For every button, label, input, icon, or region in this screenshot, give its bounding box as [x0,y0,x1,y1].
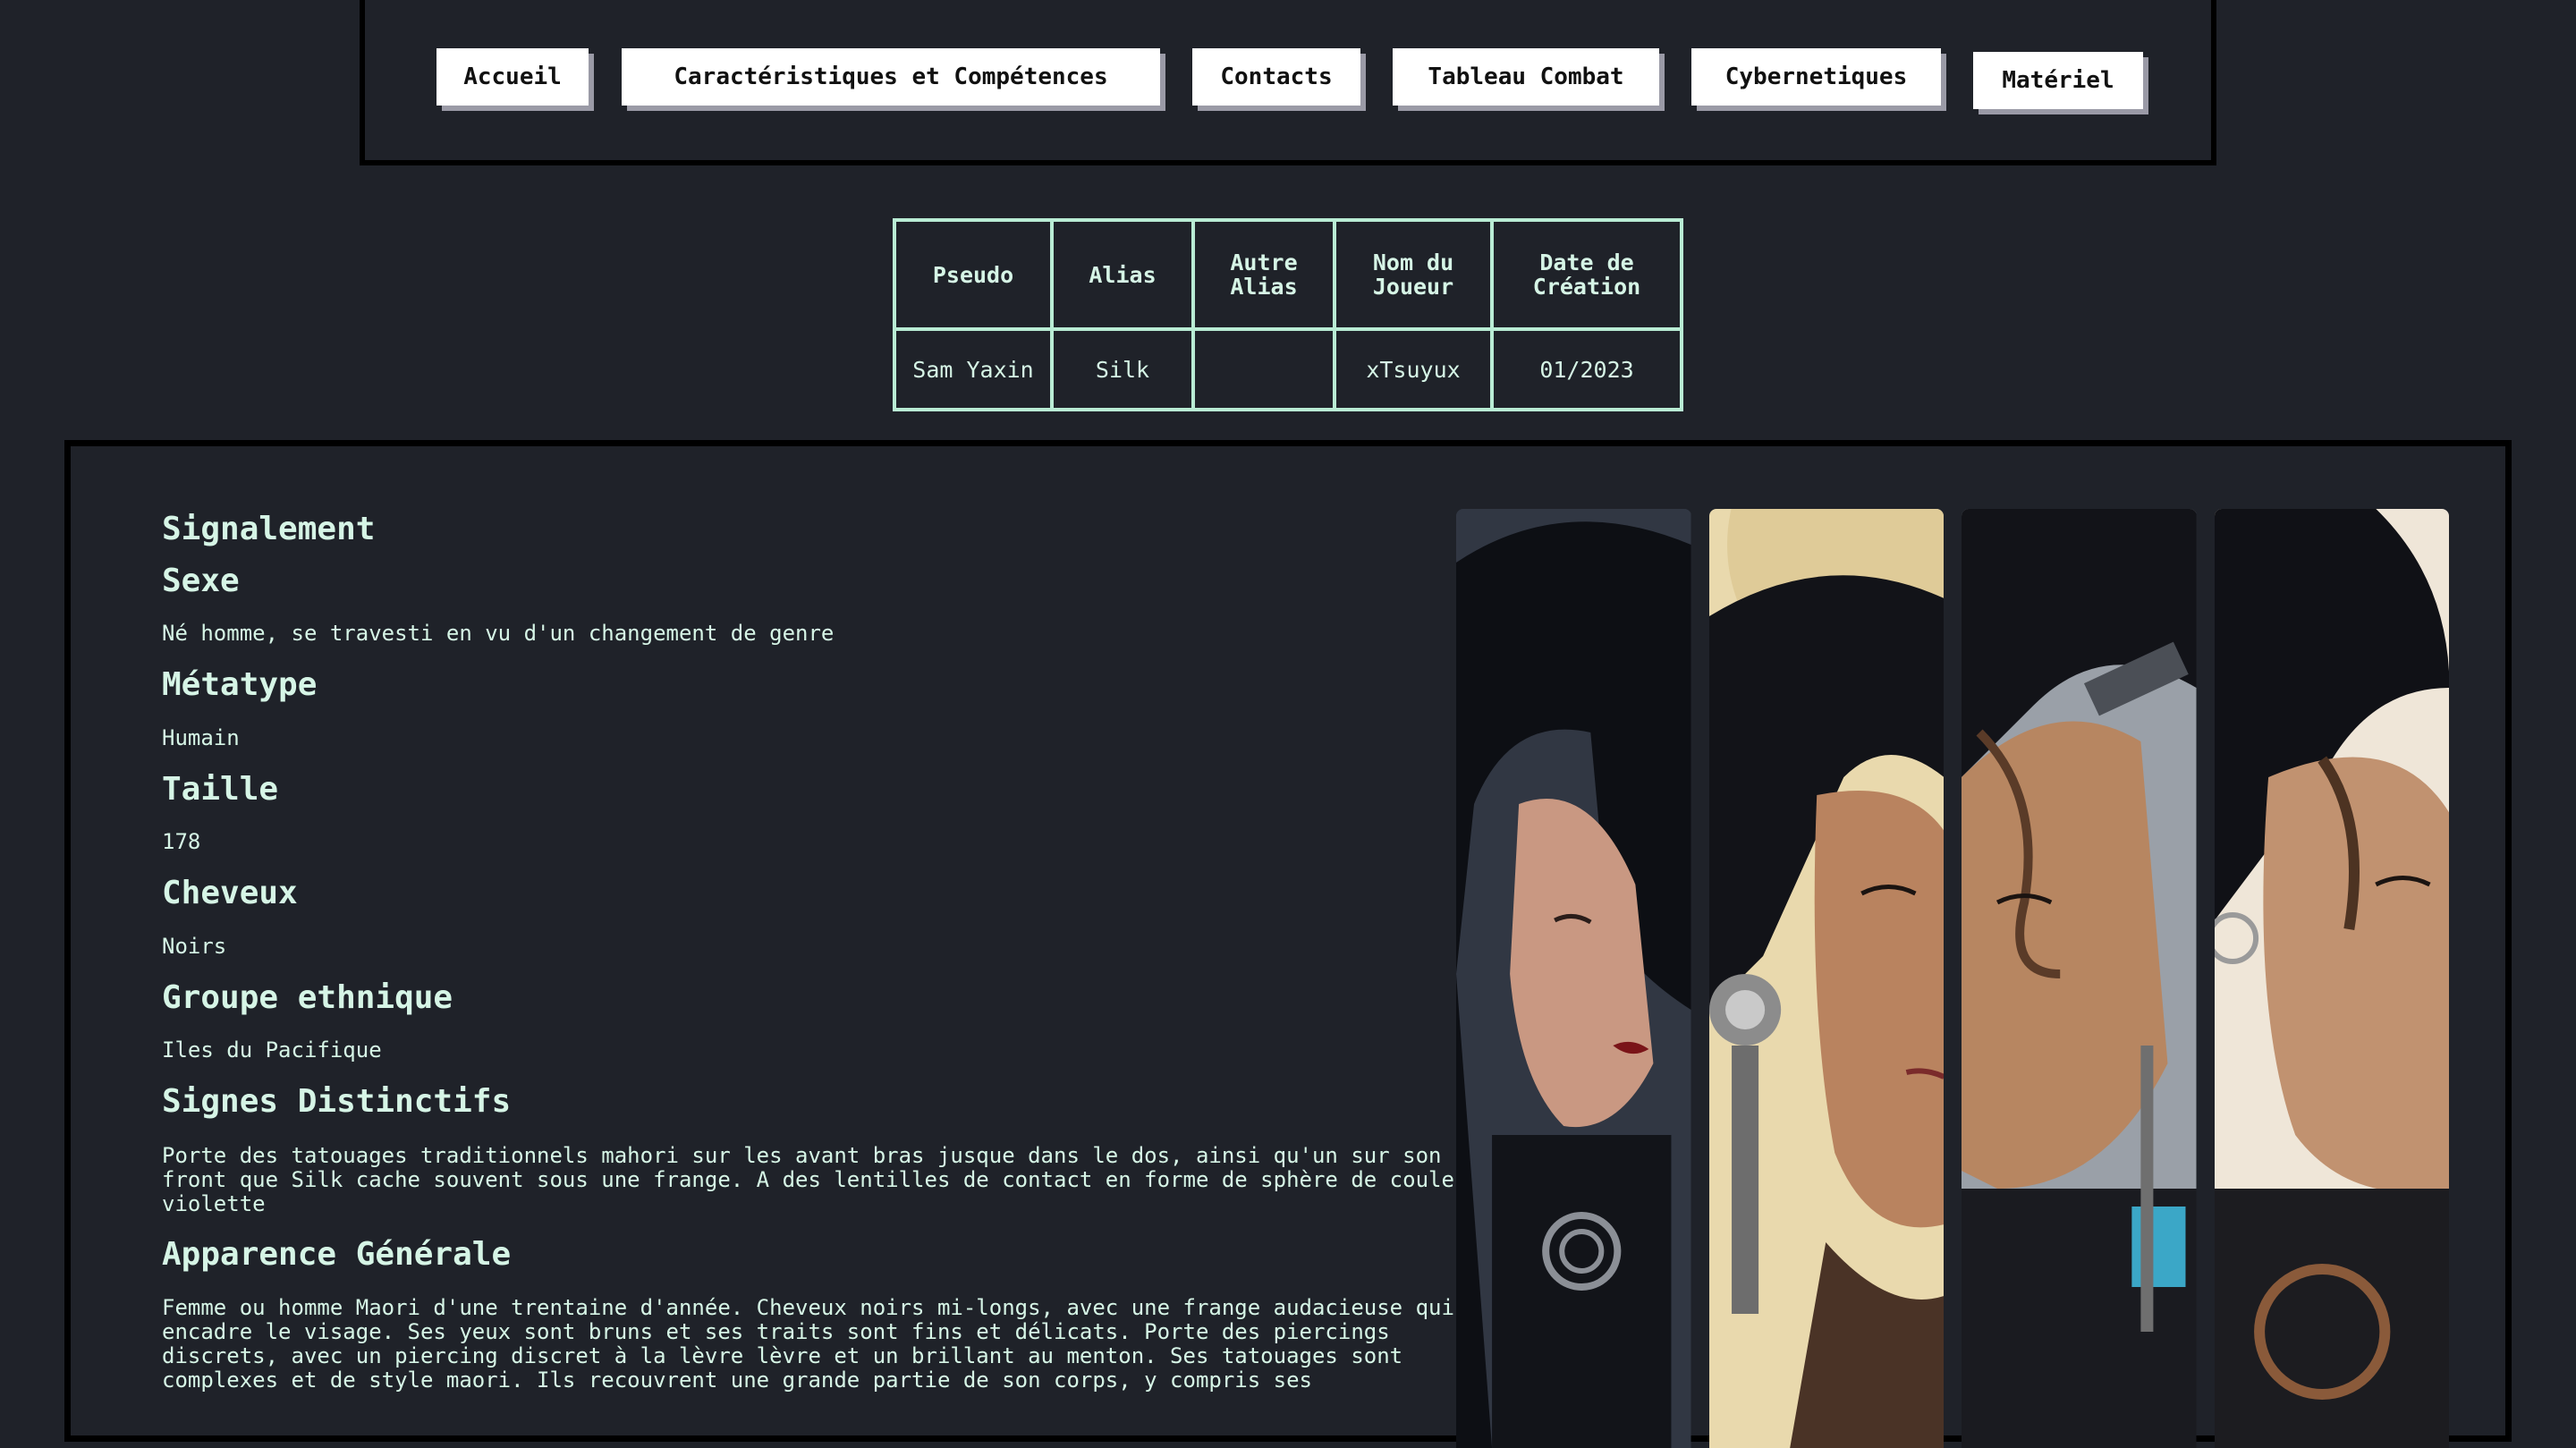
portrait-image [2214,509,2449,1448]
label-metatype: Métatype [162,666,318,703]
header-pseudo: Pseudo [893,218,1054,331]
value-signes-distinctifs: Porte des tatouages traditionnels mahori… [162,1143,1480,1216]
value-metatype: Humain [162,725,240,750]
value-nom-joueur: xTsuyux [1333,327,1494,411]
nav-materiel-button[interactable]: Matériel [1973,52,2143,109]
section-title-signalement: Signalement [162,511,376,547]
top-navigation: Accueil Caractéristiques et Compétences … [360,0,2216,165]
value-groupe-ethnique: Iles du Pacifique [162,1037,382,1063]
portrait-image [1456,509,1691,1448]
character-panel: Signalement Sexe Né homme, se travesti e… [64,440,2512,1448]
header-date-creation: Date de Création [1490,218,1683,331]
label-groupe-ethnique: Groupe ethnique [162,979,453,1016]
value-apparence-generale: Femme ou homme Maori d'une trentaine d'a… [162,1295,1454,1393]
header-autre-alias: Autre Alias [1191,218,1336,331]
value-pseudo: Sam Yaxin [893,327,1054,411]
character-portraits [1456,509,2449,1448]
value-autre-alias [1191,327,1336,411]
label-sexe: Sexe [162,563,240,599]
header-alias: Alias [1050,218,1195,331]
value-sexe: Né homme, se travesti en vu d'un changem… [162,621,835,646]
header-nom-joueur: Nom du Joueur [1333,218,1494,331]
nav-tableau-combat-button[interactable]: Tableau Combat [1393,48,1659,106]
label-signes-distinctifs: Signes Distinctifs [162,1083,512,1120]
value-taille: 178 [162,829,201,854]
value-date-creation: 01/2023 [1490,327,1683,411]
value-alias: Silk [1050,327,1195,411]
label-cheveux: Cheveux [162,875,298,911]
portrait-image [1962,509,2197,1448]
identity-value-row: Sam Yaxin Silk xTsuyux 01/2023 [893,327,1683,411]
nav-contacts-button[interactable]: Contacts [1192,48,1360,106]
label-taille: Taille [162,771,279,808]
portrait-image [1708,509,1944,1448]
identity-header-row: Pseudo Alias Autre Alias Nom du Joueur D… [893,218,1683,331]
nav-caracteristiques-button[interactable]: Caractéristiques et Compétences [622,48,1160,106]
value-cheveux: Noirs [162,934,227,959]
label-apparence-generale: Apparence Générale [162,1236,512,1273]
nav-accueil-button[interactable]: Accueil [436,48,589,106]
identity-table: Pseudo Alias Autre Alias Nom du Joueur D… [893,218,1683,411]
nav-cybernetiques-button[interactable]: Cybernetiques [1691,48,1941,106]
